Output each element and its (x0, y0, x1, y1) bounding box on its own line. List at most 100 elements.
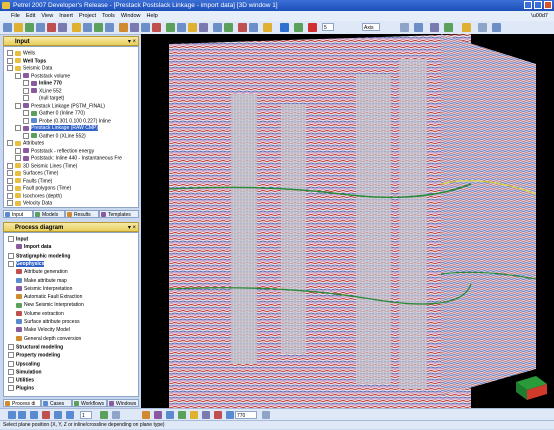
maximize-button[interactable] (534, 1, 542, 9)
bottom-toolbar-button[interactable] (30, 411, 38, 419)
tree-item[interactable]: Surfaces (Time) (7, 170, 58, 177)
expand-toggle-icon[interactable] (8, 260, 14, 267)
toolbar-button[interactable] (130, 23, 139, 32)
process-item[interactable]: Attribute generation (16, 269, 68, 276)
expand-toggle-icon[interactable] (7, 185, 13, 191)
expand-toggle-icon[interactable] (8, 368, 14, 375)
toolbar-button[interactable] (141, 23, 150, 32)
expand-toggle-icon[interactable] (8, 236, 14, 242)
process-category[interactable]: Plugins (8, 385, 34, 392)
process-category[interactable]: Utilities (8, 377, 34, 384)
toolbar-button[interactable] (58, 23, 67, 32)
input-tree[interactable]: Wells Well Tops Seismic Data Poststack volu… (3, 46, 139, 208)
tree-item[interactable]: Attributes (7, 140, 44, 147)
tree-item[interactable]: Prestack Linkage (PSTM_FINAL) (15, 102, 105, 110)
toolbar-button[interactable] (119, 23, 128, 32)
menu-window[interactable]: Window (118, 11, 144, 21)
bottom-toolbar-button[interactable] (100, 411, 108, 419)
expand-toggle-icon[interactable] (15, 147, 21, 154)
bottom-toolbar-button[interactable] (214, 411, 222, 419)
minimize-button[interactable] (524, 1, 532, 9)
toolbar-combo-field[interactable]: Axis (362, 23, 380, 31)
menu-file[interactable]: File (8, 11, 23, 21)
expand-toggle-icon[interactable] (23, 80, 29, 86)
expand-toggle-icon[interactable] (8, 360, 14, 367)
toolbar-button[interactable] (83, 23, 92, 32)
expand-toggle-icon[interactable] (7, 170, 13, 176)
expand-toggle-icon[interactable] (7, 177, 13, 184)
process-category[interactable]: Stratigraphic modeling (8, 252, 70, 260)
bottom-toolbar-button[interactable] (66, 411, 74, 419)
toolbar-button[interactable] (308, 23, 317, 32)
process-item[interactable]: Automatic Fault Extraction (16, 294, 82, 301)
expand-toggle-icon[interactable] (23, 87, 29, 94)
process-item[interactable]: Seismic Interpretation (16, 286, 72, 293)
process-category[interactable]: Upscaling (8, 360, 40, 368)
expand-toggle-icon[interactable] (7, 140, 13, 146)
process-category[interactable]: Simulation (8, 368, 42, 376)
menu-help[interactable]: Help (143, 11, 160, 21)
tab-cases[interactable]: Cases (41, 399, 72, 407)
tree-item[interactable]: Well Tops (7, 57, 46, 65)
tree-item[interactable]: Seismic Data (7, 65, 52, 72)
bottom-toolbar-button[interactable] (112, 411, 120, 419)
tree-item[interactable]: Wells (7, 50, 35, 57)
bottom-toolbar-button[interactable] (8, 411, 16, 419)
toolbar-button[interactable] (430, 23, 439, 32)
toolbar-button[interactable] (414, 23, 423, 32)
expand-toggle-icon[interactable] (7, 65, 13, 71)
toolbar-button[interactable] (166, 23, 175, 32)
toolbar-number-field[interactable]: 5 (322, 23, 334, 31)
toolbar-button[interactable] (177, 23, 186, 32)
expand-toggle-icon[interactable] (23, 95, 29, 101)
expand-toggle-icon[interactable] (8, 377, 14, 384)
process-item[interactable]: Make attribute map (16, 278, 67, 285)
toolbar-button[interactable] (72, 23, 81, 32)
bottom-toolbar-button[interactable] (42, 411, 50, 419)
bottom-toolbar-button[interactable] (190, 411, 198, 419)
expand-toggle-icon[interactable] (7, 57, 13, 64)
tree-item[interactable]: Poststack volume (15, 72, 70, 80)
toolbar-button[interactable] (105, 23, 114, 32)
toolbar-button[interactable] (400, 23, 409, 32)
expand-toggle-icon[interactable] (15, 155, 21, 161)
toolbar-button[interactable] (94, 23, 103, 32)
tab-windows[interactable]: Windows (107, 399, 139, 407)
tab-results[interactable]: Results (65, 210, 99, 218)
process-item[interactable]: New Seismic Interpretation (16, 302, 84, 309)
expand-toggle-icon[interactable] (7, 192, 13, 199)
tree-item[interactable]: Poststack - reflection energy (15, 147, 94, 155)
bottom-toolbar-button[interactable] (18, 411, 26, 419)
bottom-toolbar-button[interactable] (142, 411, 150, 419)
expand-toggle-icon[interactable] (8, 385, 14, 392)
toolbar-button[interactable] (294, 23, 303, 32)
expand-toggle-icon[interactable] (15, 125, 21, 131)
menu-view[interactable]: View (38, 11, 56, 21)
toolbar-button[interactable] (224, 23, 233, 32)
process-category[interactable]: Structural modeling (8, 343, 63, 351)
toolbar-button[interactable] (3, 23, 12, 32)
tree-item[interactable]: XLine 552 (23, 87, 62, 95)
toolbar-button[interactable] (199, 23, 208, 32)
tree-item[interactable]: Gather 0 (XLine 552) (23, 132, 86, 140)
tree-item[interactable]: 3D Seismic Lines (Time) (7, 162, 77, 170)
expand-toggle-icon[interactable] (7, 162, 13, 169)
tree-item[interactable]: Fault polygons (Time) (7, 185, 71, 192)
toolbar-button[interactable] (492, 23, 501, 32)
toolbar-button[interactable] (213, 23, 222, 32)
bottom-toolbar-button[interactable] (178, 411, 186, 419)
toolbar-button[interactable] (14, 23, 23, 32)
process-category[interactable]: Property modeling (8, 352, 60, 359)
bottom-value-field[interactable]: 770 (235, 411, 257, 419)
process-category[interactable]: Input (8, 236, 28, 243)
toolbar-button[interactable] (47, 23, 56, 32)
toolbar-button[interactable] (188, 23, 197, 32)
bottom-toolbar-button[interactable] (54, 411, 62, 419)
toolbar-button[interactable] (462, 23, 471, 32)
tree-item[interactable]: Probe (0.301 0.100 0.227) Inline (23, 117, 111, 125)
process-item[interactable]: Import data (16, 244, 51, 251)
tree-item[interactable]: Poststack: Inline 440 - Instantaneous Fr… (15, 155, 122, 162)
process-item[interactable]: Volume extraction (16, 311, 64, 318)
menu-edit[interactable]: Edit (23, 11, 38, 21)
toolbar-button[interactable] (36, 23, 45, 32)
